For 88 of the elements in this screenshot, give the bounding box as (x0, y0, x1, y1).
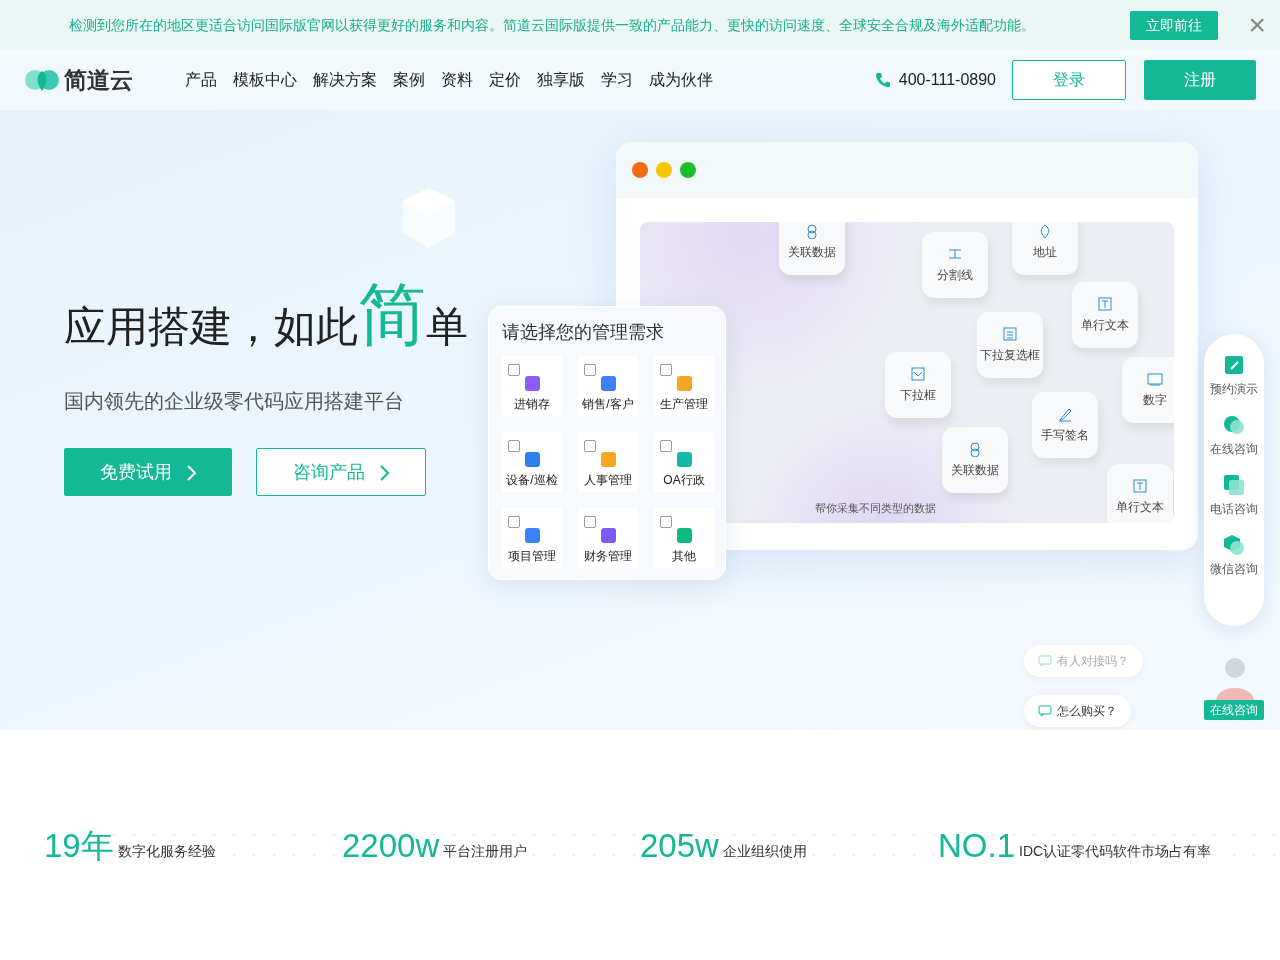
field-type-icon (1132, 478, 1148, 494)
tile-label: 手写签名 (1041, 427, 1089, 444)
checkbox[interactable] (508, 364, 520, 376)
chat-icon (1038, 655, 1052, 667)
tile-label: 关联数据 (951, 462, 999, 479)
checkbox[interactable] (508, 516, 520, 528)
stat-label: 数字化服务经验 (117, 842, 216, 861)
nav-link[interactable]: 资料 (441, 68, 473, 92)
chevron-icon (379, 464, 389, 481)
chevron-icon (186, 464, 196, 481)
chat-prompt[interactable]: 怎么购买？ (1024, 695, 1131, 727)
stat-value: NO.1 (938, 829, 1016, 862)
checkbox[interactable] (584, 516, 596, 528)
field-type-icon (1097, 296, 1113, 312)
option-card[interactable]: 财务管理 (578, 508, 638, 568)
hero-title-highlight: 简 (358, 280, 426, 348)
checkbox[interactable] (660, 440, 672, 452)
nav-link[interactable]: 定价 (489, 68, 521, 92)
field-type-icon (1147, 371, 1163, 387)
stat-value: 19年 (44, 829, 114, 862)
checkbox[interactable] (508, 440, 520, 452)
checkbox[interactable] (660, 516, 672, 528)
message-icon (1223, 534, 1245, 556)
side-action[interactable]: 微信咨询 (1210, 534, 1258, 578)
option-label: 进销存 (514, 396, 550, 413)
side-action[interactable]: 在线咨询 (1210, 414, 1258, 458)
tile-label: 单行文本 (1081, 317, 1129, 334)
side-action[interactable]: 电话咨询 (1210, 474, 1258, 518)
checkbox[interactable] (584, 364, 596, 376)
window-dot (680, 162, 696, 178)
nav-link[interactable]: 独享版 (537, 68, 585, 92)
chat-bubble-icon (1223, 414, 1245, 436)
brand-name: 简道云 (64, 65, 133, 95)
stat-label: 平台注册用户 (443, 842, 528, 861)
pencil-icon (1223, 354, 1245, 376)
nav-link[interactable]: 解决方案 (313, 68, 377, 92)
tile-label: 下拉复选框 (980, 347, 1040, 364)
option-card[interactable]: 生产管理 (654, 356, 714, 416)
tile-label: 分割线 (937, 267, 973, 284)
tile-label: 数字 (1143, 392, 1167, 409)
side-action[interactable]: 预约演示 (1210, 354, 1258, 398)
option-label: OA行政 (663, 472, 705, 489)
field-type-icon (910, 366, 926, 382)
nav-link[interactable]: 成为伙伴 (649, 68, 713, 92)
option-card[interactable]: 设备/巡检 (502, 432, 562, 492)
window-dot (632, 162, 648, 178)
option-label: 财务管理 (584, 548, 632, 565)
stat-label: 企业组织使用 (722, 842, 807, 861)
logo-icon (24, 67, 60, 93)
window-dot (656, 162, 672, 178)
nav-link[interactable]: 案例 (393, 68, 425, 92)
option-card[interactable]: 其他 (654, 508, 714, 568)
field-type-icon (804, 223, 820, 239)
field-type-icon (947, 246, 963, 262)
field-type-icon (1002, 326, 1018, 342)
tile-label: 关联数据 (788, 244, 836, 261)
stat-label: IDC认证零代码软件市场占有率 (1019, 842, 1212, 861)
field-type-icon (1057, 406, 1073, 422)
tile-label: 下拉框 (900, 387, 936, 404)
nav-link[interactable]: 学习 (601, 68, 633, 92)
hero-title: 应用搭建，如此 (64, 306, 358, 348)
phone-number: 400-111-0890 (898, 70, 996, 90)
option-label: 其他 (672, 548, 696, 565)
option-card[interactable]: 进销存 (502, 356, 562, 416)
option-card[interactable]: 项目管理 (502, 508, 562, 568)
screenshot-caption: 帮你采集不同类型的数据 (815, 501, 936, 516)
option-card[interactable]: 销售/客户 (578, 356, 638, 416)
nav-link[interactable]: 模板中心 (233, 68, 297, 92)
option-label: 生产管理 (660, 396, 708, 413)
nav-link[interactable]: 产品 (185, 68, 217, 92)
checkbox[interactable] (660, 364, 672, 376)
notice-text: 检测到您所在的地区更适合访问国际版官网以获得更好的服务和内容。简道云国际版提供一致的产品能力、更快的访问速度、全球安全合规及海外适配功能。 (69, 15, 1035, 35)
option-label: 人事管理 (584, 472, 632, 489)
checkbox[interactable] (584, 440, 596, 452)
option-label: 销售/客户 (582, 396, 634, 413)
hero-subtitle: 国内领先的企业级零代码应用搭建平台 (64, 389, 405, 414)
option-label: 项目管理 (508, 548, 556, 565)
stat-value: 2200w (342, 829, 440, 862)
chat-icon (1038, 705, 1052, 717)
option-card[interactable]: OA行政 (654, 432, 714, 492)
hero-title-end: 单 (426, 306, 468, 348)
option-card[interactable]: 人事管理 (578, 432, 638, 492)
option-label: 设备/巡检 (506, 472, 558, 489)
tile-label: 地址 (1033, 244, 1057, 261)
tile-label: 单行文本 (1116, 499, 1164, 516)
card-title: 请选择您的管理需求 (502, 321, 665, 344)
stat-value: 205w (640, 829, 719, 862)
field-type-icon (967, 441, 983, 457)
